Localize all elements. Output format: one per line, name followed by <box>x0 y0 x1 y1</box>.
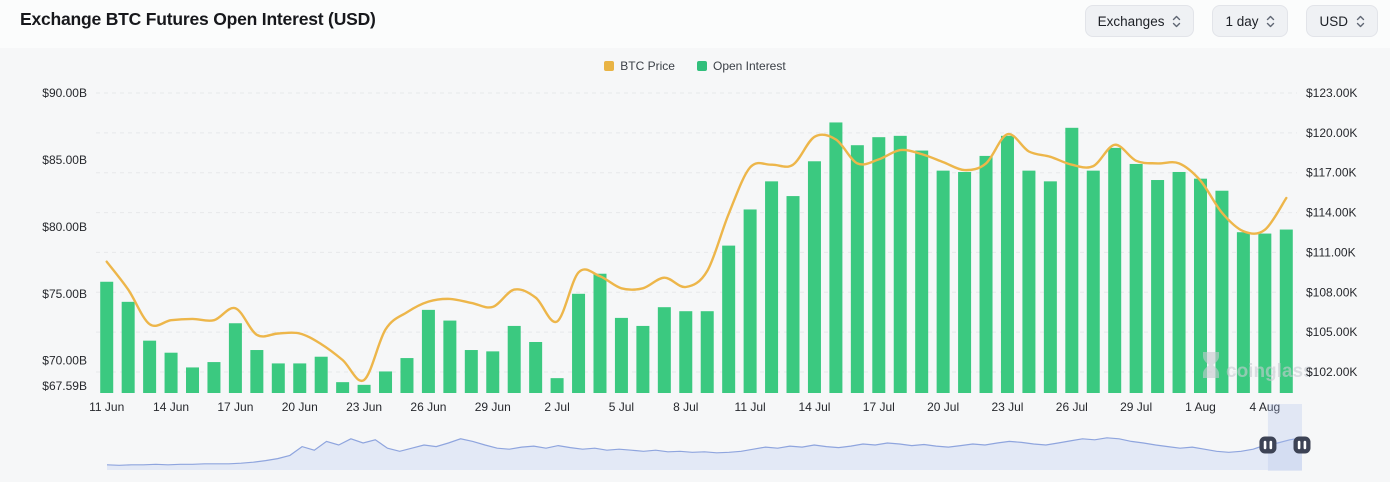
left-axis-tick-label: $85.00B <box>42 153 87 167</box>
x-axis-tick-label: 20 Jun <box>282 400 318 414</box>
open-interest-bar <box>315 357 328 393</box>
open-interest-bar <box>593 274 606 393</box>
x-axis-tick-label: 8 Jul <box>673 400 698 414</box>
x-axis-tick-label: 17 Jul <box>863 400 895 414</box>
open-interest-bar <box>336 382 349 393</box>
open-interest-bar <box>1087 171 1100 393</box>
open-interest-bar <box>272 363 285 393</box>
x-axis-tick-label: 17 Jun <box>217 400 253 414</box>
open-interest-bar <box>937 171 950 393</box>
open-interest-bar <box>293 363 306 393</box>
open-interest-bar <box>572 294 585 393</box>
left-axis-tick-label: $67.59B <box>42 379 87 393</box>
open-interest-bar <box>1108 148 1121 393</box>
pause-icon <box>1264 441 1267 449</box>
open-interest-bar <box>186 367 199 393</box>
right-axis-tick-label: $105.00K <box>1306 325 1357 339</box>
x-axis-tick-label: 26 Jun <box>410 400 446 414</box>
x-axis-tick-label: 23 Jun <box>346 400 382 414</box>
x-axis-tick-label: 14 Jul <box>798 400 830 414</box>
right-axis-tick-label: $111.00K <box>1306 245 1356 259</box>
open-interest-bar <box>1173 172 1186 393</box>
open-interest-bar <box>122 302 135 393</box>
open-interest-bar <box>229 323 242 393</box>
open-interest-bar <box>894 136 907 393</box>
open-interest-bar <box>1130 164 1143 393</box>
left-axis-tick-label: $70.00B <box>42 354 87 368</box>
open-interest-bar <box>1022 171 1035 393</box>
open-interest-bar <box>443 321 456 393</box>
open-interest-bar <box>100 282 113 393</box>
x-axis-tick-label: 26 Jul <box>1056 400 1088 414</box>
pause-icon <box>1270 441 1273 449</box>
open-interest-bar <box>636 326 649 393</box>
left-axis-tick-label: $80.00B <box>42 220 87 234</box>
pause-icon <box>1298 441 1301 449</box>
x-axis-tick-label: 14 Jun <box>153 400 189 414</box>
navigator-left-handle[interactable] <box>1259 437 1276 454</box>
open-interest-bar <box>207 362 220 393</box>
right-axis-tick-label: $102.00K <box>1306 365 1357 379</box>
x-axis-tick-label: 11 Jun <box>89 400 124 414</box>
x-axis-tick-label: 1 Aug <box>1185 400 1216 414</box>
open-interest-bar <box>744 209 757 393</box>
navigator-right-handle[interactable] <box>1294 437 1311 454</box>
right-axis-tick-label: $120.00K <box>1306 126 1357 140</box>
left-axis-tick-label: $90.00B <box>42 86 87 100</box>
open-interest-bar <box>250 350 263 393</box>
x-axis-tick-label: 29 Jun <box>475 400 511 414</box>
open-interest-bar <box>1151 180 1164 393</box>
x-axis-tick-label: 23 Jul <box>991 400 1023 414</box>
open-interest-bar <box>915 151 928 393</box>
open-interest-bar <box>658 307 671 393</box>
open-interest-bar <box>165 353 178 393</box>
navigator-area[interactable] <box>107 438 1302 470</box>
open-interest-bar <box>422 310 435 393</box>
open-interest-bar <box>551 378 564 393</box>
right-axis-tick-label: $117.00K <box>1306 166 1357 180</box>
open-interest-bar <box>679 311 692 393</box>
open-interest-bar <box>379 371 392 393</box>
x-axis-tick-label: 20 Jul <box>927 400 959 414</box>
open-interest-bar <box>615 318 628 393</box>
left-axis-tick-label: $75.00B <box>42 287 87 301</box>
x-axis-tick-label: 29 Jul <box>1120 400 1152 414</box>
open-interest-bar <box>508 326 521 393</box>
oi-chart-canvas[interactable]: coinglass $90.00B $85.00B $80.00B $75.00B $70… <box>0 0 1390 482</box>
open-interest-bar <box>722 246 735 393</box>
open-interest-bar <box>465 350 478 393</box>
open-interest-bar <box>1065 128 1078 393</box>
open-interest-bar <box>400 358 413 393</box>
open-interest-bar <box>765 181 778 393</box>
watermark-text: coinglass <box>1226 361 1314 382</box>
open-interest-bar <box>529 342 542 393</box>
right-axis-tick-label: $108.00K <box>1306 285 1357 299</box>
right-axis-tick-label: $123.00K <box>1306 86 1357 100</box>
open-interest-bar <box>872 137 885 393</box>
open-interest-bar <box>980 156 993 393</box>
open-interest-bar <box>958 172 971 393</box>
right-axis-tick-label: $114.00K <box>1306 206 1357 220</box>
open-interest-bar <box>701 311 714 393</box>
open-interest-bar <box>808 161 821 393</box>
open-interest-bar <box>787 196 800 393</box>
open-interest-bar <box>1044 181 1057 393</box>
pause-icon <box>1304 441 1307 449</box>
open-interest-bar <box>851 145 864 393</box>
open-interest-bar <box>1001 136 1014 393</box>
open-interest-bar <box>829 122 842 393</box>
open-interest-bar <box>358 385 371 393</box>
open-interest-bar <box>143 341 156 393</box>
x-axis-tick-label: 11 Jul <box>735 400 766 414</box>
x-axis-tick-label: 5 Jul <box>609 400 634 414</box>
open-interest-bar <box>486 351 499 393</box>
x-axis-tick-label: 2 Jul <box>544 400 569 414</box>
